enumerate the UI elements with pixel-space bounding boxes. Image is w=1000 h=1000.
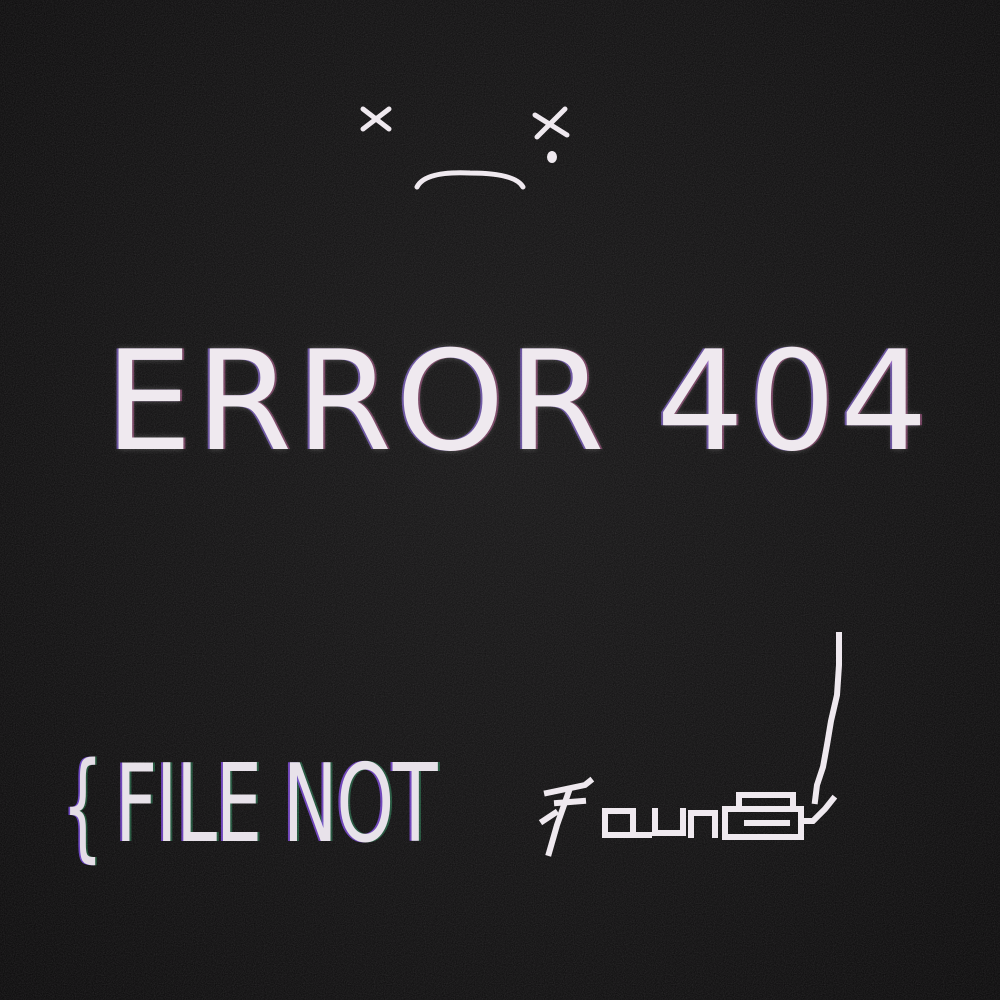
curly-brace: { [62, 736, 104, 874]
glyph-n [688, 810, 718, 838]
glyph-u [652, 808, 686, 836]
glyph-o [602, 808, 636, 838]
file-not-found-subtitle: {FILE NOT [62, 735, 532, 875]
error-title: ERROR 404 [105, 321, 932, 482]
glyph-f-mid [553, 797, 587, 807]
glyph-f-tick [538, 808, 560, 826]
rising-line [811, 632, 842, 805]
error-screen: ERROR 404 {FILE NOT [0, 0, 1000, 1000]
frown-mouth [414, 170, 526, 190]
teardrop [547, 151, 557, 163]
dizzy-sad-face-icon [360, 106, 570, 190]
found-scribble [538, 632, 842, 857]
file-not-text: FILE NOT [115, 742, 438, 867]
